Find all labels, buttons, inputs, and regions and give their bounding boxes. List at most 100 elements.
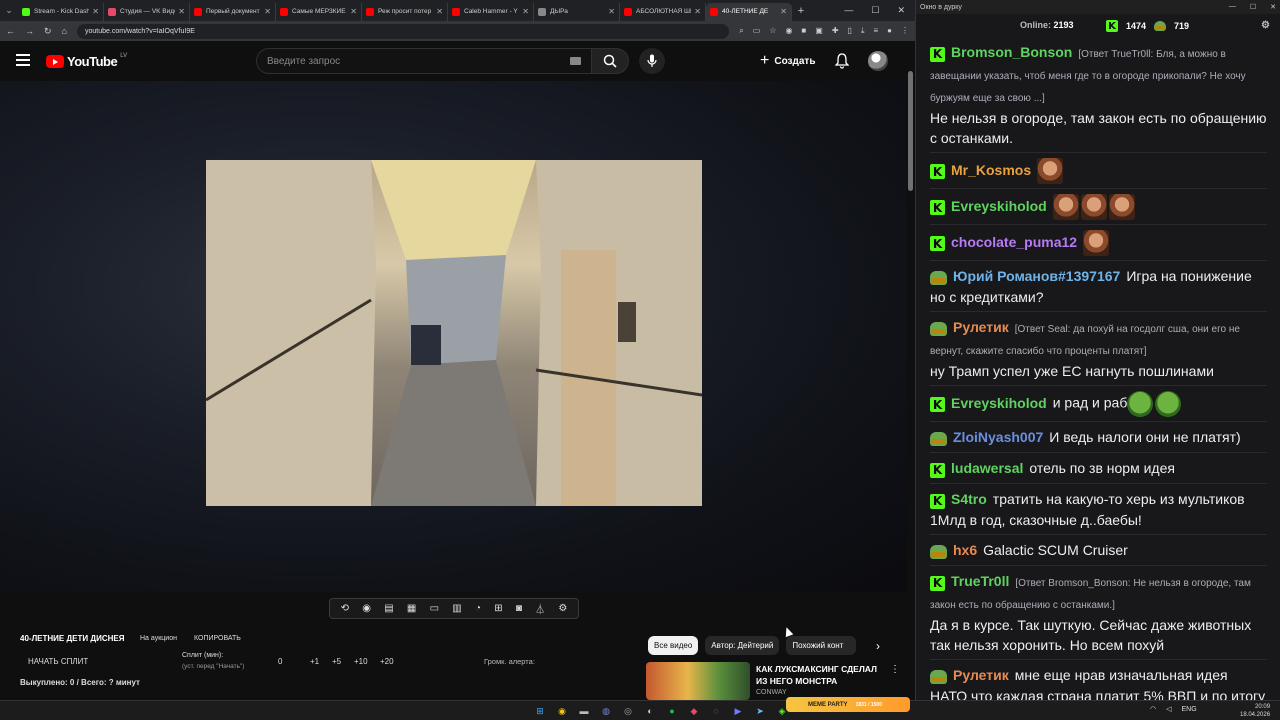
chevron-right-icon[interactable]: ›	[876, 639, 880, 653]
browser-tab[interactable]: Первый документ ✕	[190, 2, 276, 21]
recommended-title[interactable]: КАК ЛУКСМАКСИНГ СДЕЛАЛ ИЗ НЕГО МОНСТРА	[756, 663, 884, 687]
forward-icon[interactable]: →	[25, 26, 34, 36]
home-icon[interactable]: ⌂	[62, 26, 67, 36]
chat-username[interactable]: TrueTr0ll	[951, 573, 1009, 589]
minimize-icon[interactable]: —	[844, 5, 853, 16]
increment-1-button[interactable]: +1	[310, 657, 319, 666]
audio-wave-icon[interactable]: ◉	[362, 603, 371, 614]
telegram-icon[interactable]: ➤	[752, 703, 768, 719]
bookmark-star-icon[interactable]: ☆	[769, 26, 776, 36]
speed-icon[interactable]: ◔	[475, 603, 481, 614]
spotify-icon[interactable]: ●	[664, 703, 680, 719]
auction-button[interactable]: На аукцион	[140, 635, 177, 642]
hamburger-menu-icon[interactable]	[16, 54, 30, 69]
recommended-channel[interactable]: CONWAY	[756, 689, 787, 696]
profile-icon[interactable]: ●	[887, 26, 892, 36]
picture-in-picture-icon[interactable]: ▭	[430, 603, 439, 614]
screenshot-icon[interactable]: ▤	[384, 603, 393, 614]
chat-username[interactable]: Юрий Романов#1397167	[953, 268, 1120, 284]
chat-username[interactable]: ZloiNyash007	[953, 429, 1043, 445]
chip-related[interactable]: Похожий конт	[786, 636, 857, 655]
menu-kebab-icon[interactable]: ⋮	[901, 26, 909, 36]
video-thumbnail[interactable]	[646, 662, 750, 700]
avatar[interactable]	[868, 51, 888, 71]
increment-10-button[interactable]: +10	[354, 657, 368, 666]
extension-icon[interactable]: ■	[801, 26, 806, 36]
sidebar-icon[interactable]: ▯	[848, 26, 852, 36]
download-icon[interactable]: ⤓	[861, 26, 865, 36]
url-field[interactable]: youtube.com/watch?v=IaIOqVfuI9E	[76, 23, 730, 39]
tab-close-icon[interactable]: ✕	[522, 7, 529, 16]
volume-icon[interactable]: ◁	[1166, 705, 1171, 713]
back-icon[interactable]: ←	[6, 26, 15, 36]
app-icon[interactable]: ▶	[730, 703, 746, 719]
create-button[interactable]: + Создать	[760, 51, 815, 71]
browser-tab[interactable]: ДЫРа ✕	[534, 2, 620, 21]
search-button[interactable]	[591, 48, 629, 74]
browser-tab[interactable]: 40-ЛЕТНИЕ ДЕ ✕	[706, 2, 792, 21]
start-split-button[interactable]: НАЧАТЬ СПЛИТ	[28, 657, 88, 666]
app-icon[interactable]: ◌	[708, 703, 724, 719]
gear-icon[interactable]: ⚙	[558, 603, 567, 614]
new-tab-button[interactable]: +	[792, 5, 810, 17]
maximize-icon[interactable]: ☐	[1250, 3, 1256, 11]
obs-icon[interactable]: ◎	[620, 703, 636, 719]
tab-close-icon[interactable]: ✕	[694, 7, 701, 16]
flask-icon[interactable]: ⏃	[535, 601, 545, 616]
chat-username[interactable]: Mr_Kosmos	[951, 162, 1031, 178]
tab-close-icon[interactable]: ✕	[350, 7, 357, 16]
tab-close-icon[interactable]: ✕	[92, 7, 99, 16]
minimize-icon[interactable]: —	[1229, 3, 1236, 11]
clapperboard-icon[interactable]: ▦	[407, 603, 416, 614]
puzzle-icon[interactable]: ✚	[832, 26, 839, 36]
video-player[interactable]	[0, 81, 908, 592]
chat-username[interactable]: Рулетик	[953, 319, 1009, 335]
recommended-video[interactable]: КАК ЛУКСМАКСИНГ СДЕЛАЛ ИЗ НЕГО МОНСТРА C…	[646, 662, 906, 700]
tab-close-icon[interactable]: ✕	[608, 7, 615, 16]
tab-close-icon[interactable]: ✕	[264, 7, 271, 16]
browser-tab[interactable]: Самые МЕРЗКИЕ ✕	[276, 2, 362, 21]
language-indicator[interactable]: ENG	[1182, 706, 1197, 713]
add-frame-icon[interactable]: ⊞	[494, 603, 502, 614]
browser-tab[interactable]: Stream - Kick Dash ✕	[18, 2, 104, 21]
voice-search-button[interactable]	[639, 48, 665, 74]
keyboard-icon[interactable]	[570, 57, 581, 65]
chat-username[interactable]: ludawersal	[951, 460, 1023, 476]
discord-icon[interactable]: ◍	[598, 703, 614, 719]
zoom-icon[interactable]: ⌕	[739, 26, 743, 36]
subtitles-icon[interactable]: ▥	[452, 603, 461, 614]
page-scrollbar[interactable]	[907, 41, 915, 700]
tab-search-icon[interactable]: ⌄	[0, 0, 18, 21]
wifi-icon[interactable]: ◠	[1150, 705, 1156, 713]
notifications-bell-icon[interactable]	[834, 53, 850, 74]
copy-button[interactable]: КОПИРОВАТЬ	[194, 635, 241, 642]
reload-icon[interactable]: ↻	[44, 26, 52, 37]
chat-username[interactable]: hx6	[953, 542, 977, 558]
folder-icon[interactable]: ▬	[576, 703, 592, 719]
app-icon[interactable]: ◆	[686, 703, 702, 719]
tab-close-icon[interactable]: ✕	[780, 7, 787, 16]
chat-username[interactable]: chocolate_puma12	[951, 234, 1077, 250]
close-window-icon[interactable]: ✕	[1270, 3, 1276, 11]
gear-icon[interactable]: ⚙	[1261, 20, 1270, 31]
increment-20-button[interactable]: +20	[380, 657, 394, 666]
chat-username[interactable]: S4tro	[951, 491, 987, 507]
chrome-icon[interactable]: ◉	[554, 703, 570, 719]
chat-username[interactable]: Evreyskiholod	[951, 198, 1047, 214]
increment-5-button[interactable]: +5	[332, 657, 341, 666]
clock[interactable]: 20:09 18.04.2026	[1240, 703, 1270, 719]
chip-all-videos[interactable]: Все видео	[648, 636, 699, 655]
browser-tab[interactable]: Реж просит потер ✕	[362, 2, 448, 21]
windows-start-icon[interactable]: ⊞	[532, 703, 548, 719]
extension-icon[interactable]: ◉	[785, 26, 792, 36]
maximize-icon[interactable]: ☐	[871, 5, 879, 16]
browser-tab[interactable]: Студия — VK Видео ✕	[104, 2, 190, 21]
more-options-icon[interactable]: ⋮	[890, 664, 900, 675]
video-frame[interactable]	[206, 160, 702, 506]
camera-icon[interactable]: ◙	[516, 603, 522, 614]
tab-close-icon[interactable]: ✕	[178, 7, 185, 16]
chat-username[interactable]: Рулетик	[953, 667, 1009, 683]
loop-icon[interactable]: ⟲	[341, 603, 349, 614]
extension-icon[interactable]: ▣	[815, 26, 823, 36]
steam-icon[interactable]: ◐	[642, 703, 658, 719]
